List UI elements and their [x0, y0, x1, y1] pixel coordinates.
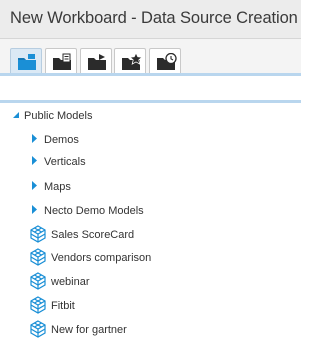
tab-shared[interactable]	[80, 48, 112, 74]
tree-model-sales-scorecard[interactable]: Sales ScoreCard	[29, 224, 134, 246]
tree-model-new-for-gartner[interactable]: New for gartner	[29, 319, 127, 341]
window-title: New Workboard - Data Source Creation	[10, 9, 298, 27]
tree-model-vendors-comparison[interactable]: Vendors comparison	[29, 247, 151, 269]
caret-collapsed-icon[interactable]	[31, 181, 38, 193]
tree-node-label: webinar	[51, 276, 90, 288]
cube-model-icon	[29, 247, 47, 269]
caret-collapsed-icon[interactable]	[31, 205, 38, 217]
tree-folder-maps[interactable]: Maps	[31, 176, 71, 198]
data-source-creation-window: New Workboard - Data Source Creation Pub…	[0, 0, 301, 344]
tree-node-label: Sales ScoreCard	[51, 229, 135, 241]
tree-node-label: Verticals	[44, 156, 86, 168]
tree-node-label: Public Models	[24, 110, 93, 122]
tree-node-label: Vendors comparison	[51, 252, 152, 264]
tree-folder-verticals[interactable]: Verticals	[31, 151, 86, 173]
tab-database[interactable]	[45, 48, 77, 74]
filter-area	[0, 76, 301, 100]
cube-model-icon	[29, 295, 47, 317]
tree-folder-demos[interactable]: Demos	[31, 129, 79, 151]
cube-model-icon	[29, 224, 47, 246]
caret-expanded-icon[interactable]	[12, 110, 20, 122]
tab-models[interactable]	[10, 48, 42, 74]
title-bar: New Workboard - Data Source Creation	[0, 0, 301, 39]
tree-node-label: Demos	[44, 134, 79, 146]
tree-node-label: Fitbit	[51, 300, 75, 312]
tree-model-webinar[interactable]: webinar	[29, 271, 90, 293]
cube-model-icon	[29, 271, 47, 293]
caret-collapsed-icon[interactable]	[31, 134, 38, 146]
tree-node-label: Maps	[44, 181, 71, 193]
tree-folder-necto-demo-models[interactable]: Necto Demo Models	[31, 200, 144, 222]
tree-node-label: New for gartner	[51, 324, 127, 336]
cube-model-icon	[29, 319, 47, 341]
tree-node-label: Necto Demo Models	[44, 205, 144, 217]
tab-recent[interactable]	[149, 48, 181, 74]
tree-model-fitbit[interactable]: Fitbit	[29, 295, 75, 317]
tab-favorites[interactable]	[114, 48, 146, 74]
tree-node-public-models[interactable]: Public Models	[12, 105, 92, 127]
caret-collapsed-icon[interactable]	[31, 156, 38, 168]
